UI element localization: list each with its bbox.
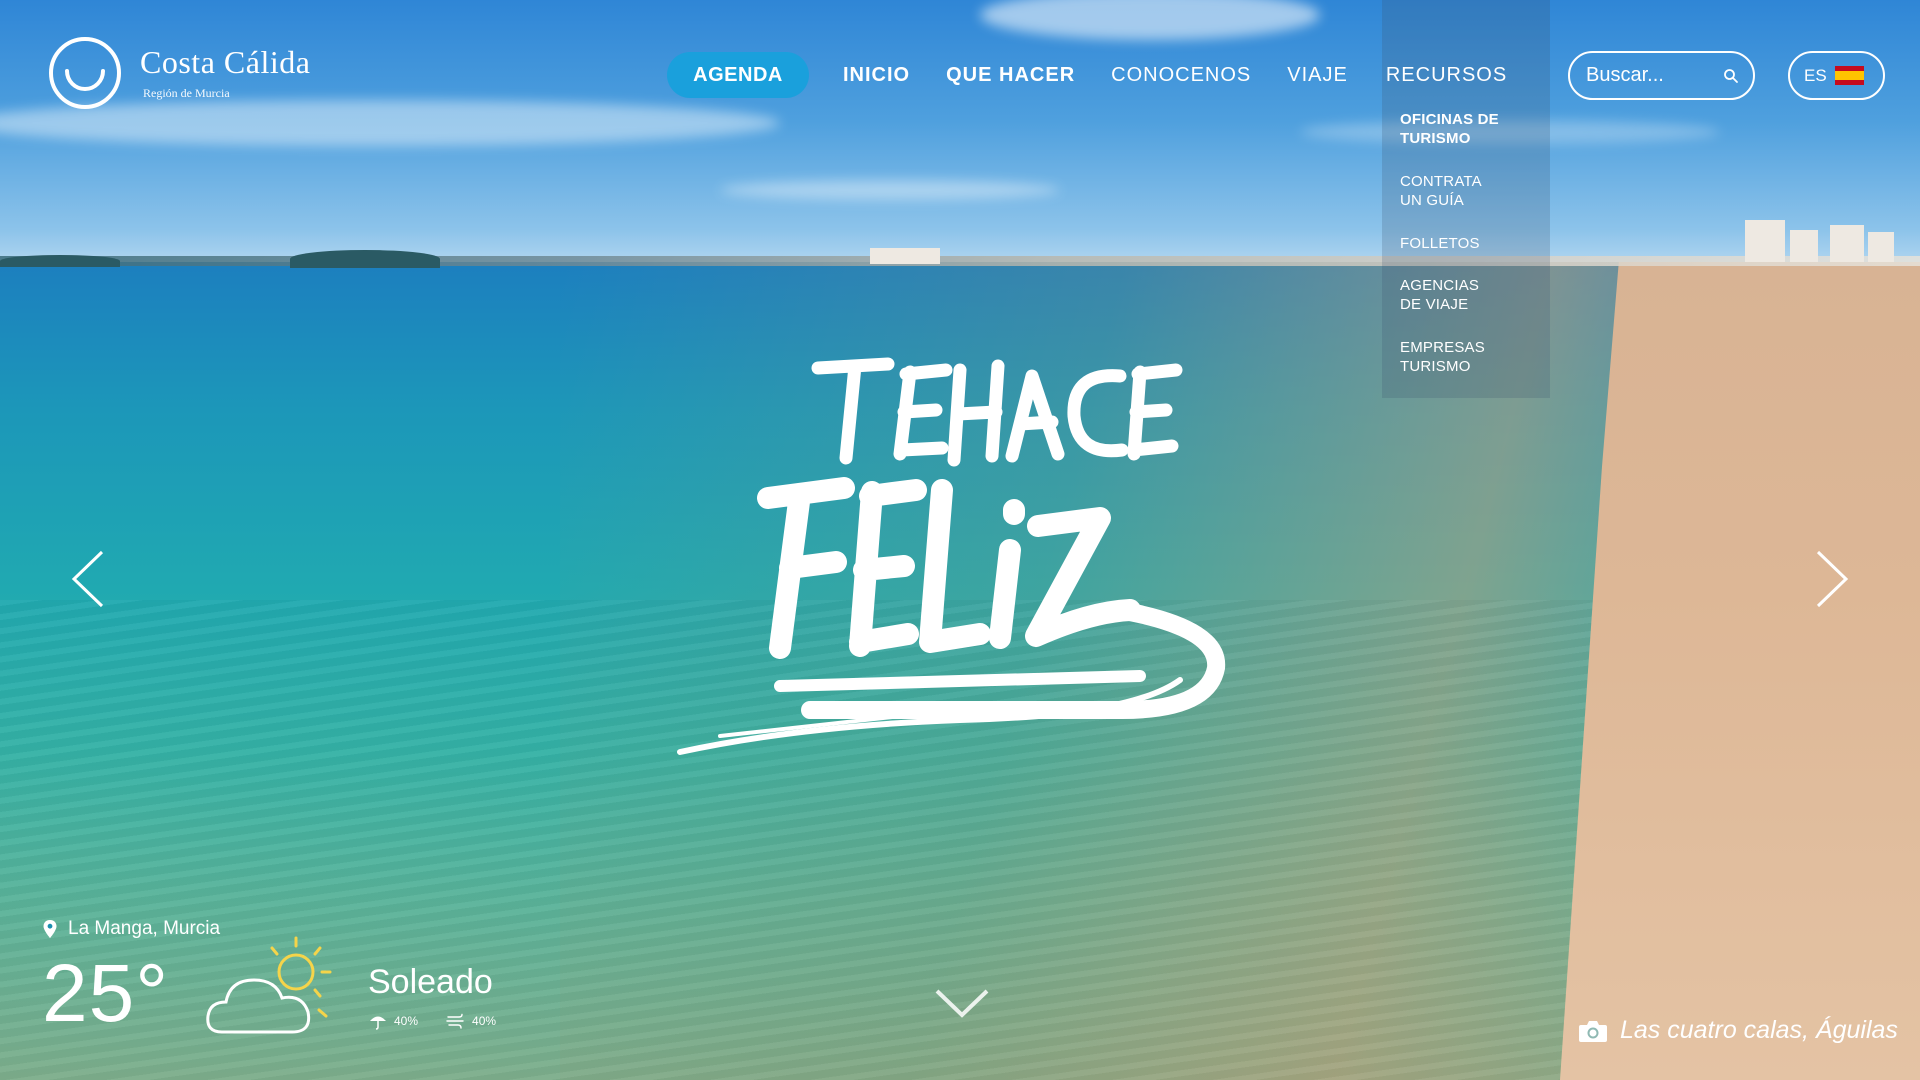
building [1790, 230, 1818, 262]
language-selector[interactable]: ES [1788, 51, 1885, 100]
search-input[interactable] [1586, 64, 1716, 87]
photo-caption: Las cuatro calas, Águilas [1578, 1016, 1898, 1045]
hero-title-te-hace-feliz [677, 357, 1226, 755]
smile-logo-icon [49, 37, 121, 109]
umbrella-icon [370, 1016, 386, 1030]
cloud [720, 180, 1060, 200]
hero-line-feliz [757, 477, 1141, 659]
weather-location: La Manga, Murcia [68, 918, 221, 939]
building [1745, 220, 1785, 262]
island [290, 250, 440, 268]
nav-item-inicio[interactable]: INICIO [843, 64, 910, 87]
location-pin-icon [43, 920, 57, 938]
brand-name: Costa Cálida [140, 43, 311, 80]
search-icon[interactable] [1723, 68, 1739, 84]
wind-icon [446, 1013, 464, 1029]
nav-item-recursos[interactable]: RECURSOS [1386, 64, 1507, 87]
building [870, 248, 940, 264]
nav-agenda-button[interactable]: AGENDA [667, 52, 809, 98]
previous-slide-arrow-icon[interactable] [68, 548, 108, 610]
dropdown-item-contrata-guia[interactable]: CONTRATA UN GUÍA [1400, 172, 1550, 210]
dropdown-item-agencias-viaje[interactable]: AGENCIAS DE VIAJE [1400, 276, 1550, 314]
island [0, 255, 120, 267]
main-nav: AGENDA INICIO QUE HACER CONOCENOS VIAJE … [667, 52, 1507, 98]
hero-line-te-hace [811, 357, 1183, 467]
dropdown-item-empresas-turismo[interactable]: EMPRESAS TURISMO [1400, 338, 1550, 376]
language-code: ES [1804, 65, 1827, 85]
weather-temperature: 25° [42, 948, 170, 1039]
nav-item-viaje[interactable]: VIAJE [1287, 64, 1348, 87]
brand-subtitle: Región de Murcia [143, 85, 230, 100]
nav-item-que-hacer[interactable]: QUE HACER [946, 64, 1075, 87]
dropdown-item-folletos[interactable]: FOLLETOS [1400, 234, 1550, 253]
beach [1560, 262, 1920, 1080]
camera-icon [1579, 1020, 1607, 1042]
dropdown-item-oficinas-turismo[interactable]: OFICINAS DE TURISMO [1400, 110, 1550, 148]
rain-probability: 40% [394, 1014, 419, 1028]
horizon-town [0, 256, 1920, 266]
building [1830, 225, 1864, 262]
scroll-down-chevron-icon[interactable] [933, 985, 991, 1019]
next-slide-arrow-icon[interactable] [1812, 548, 1852, 610]
site-logo[interactable]: Costa Cálida Región de Murcia [48, 36, 310, 110]
building [1868, 232, 1894, 262]
search-box [1568, 51, 1755, 100]
wind-value: 40% [472, 1014, 497, 1028]
partly-sunny-icon [206, 936, 332, 1034]
weather-widget: La Manga, Murcia 25° Soleado 40% 40% [42, 918, 496, 1035]
weather-condition: Soleado [368, 963, 493, 1001]
spain-flag-icon [1834, 66, 1864, 85]
caption-text: Las cuatro calas, Águilas [1620, 1016, 1898, 1044]
nav-item-conocenos[interactable]: CONOCENOS [1111, 64, 1251, 87]
